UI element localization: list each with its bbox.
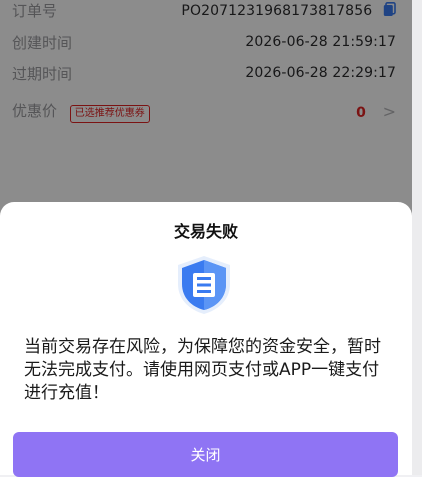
close-button[interactable]: 关闭 — [13, 432, 398, 477]
dialog-title: 交易失败 — [173, 222, 238, 241]
shield-icon — [178, 256, 230, 314]
dialog-message: 当前交易存在风险，为保障您的资金安全，暂时无法完成支付。请使用网页支付或APP一… — [24, 337, 381, 403]
transaction-failed-dialog: 交易失败 当前交易存在风险，为保障您的资金安全，暂时无法完成支付。请使用网页支付… — [0, 202, 412, 477]
scrollbar[interactable] — [412, 0, 422, 475]
